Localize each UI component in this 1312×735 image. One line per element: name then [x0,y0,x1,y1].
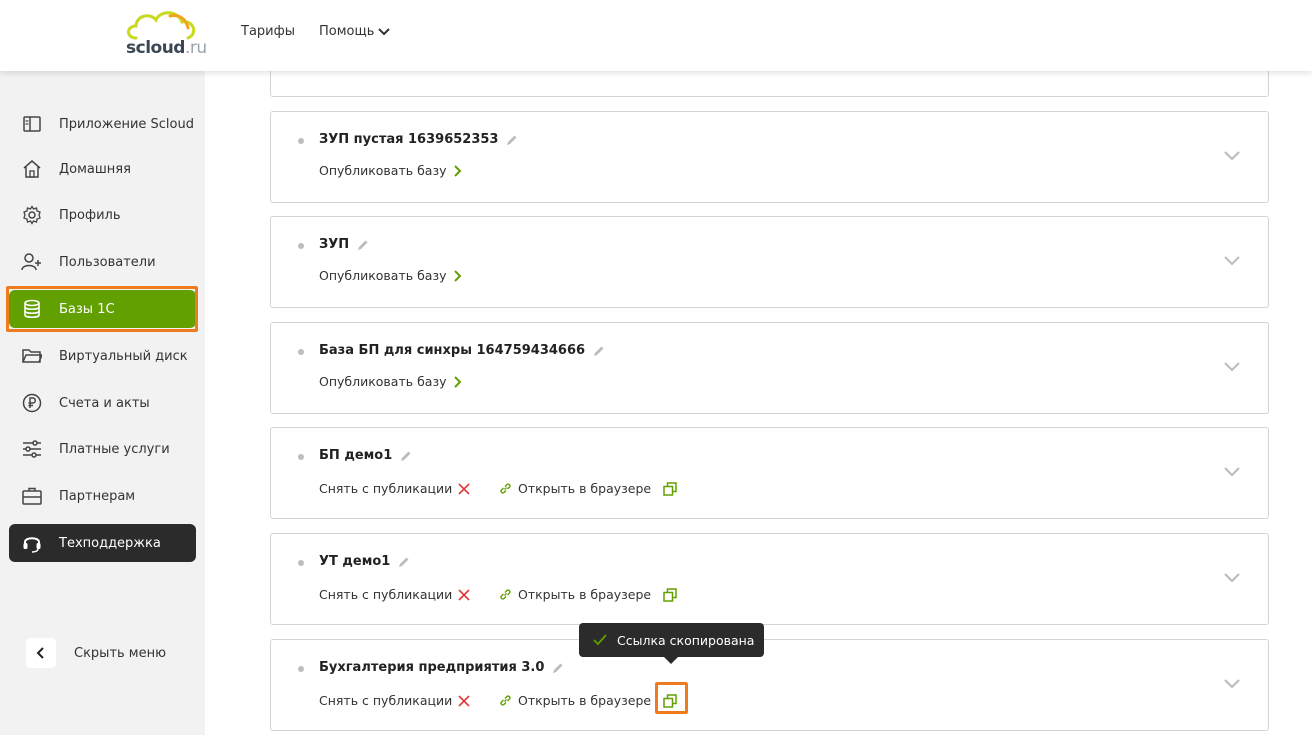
copy-icon[interactable] [663,588,677,602]
sidebar-item-invoices[interactable]: Счета и акты [9,384,196,422]
sidebar-item-label: Виртуальный диск [59,348,188,364]
publish-base-link[interactable]: Опубликовать базу [319,374,463,389]
close-icon [458,694,470,707]
status-dot [298,138,304,144]
sidebar-item-users[interactable]: Пользователи [9,243,196,281]
sliders-icon [21,438,43,460]
hide-menu-label: Скрыть меню [74,645,167,661]
expand-chevron-icon[interactable] [1224,151,1240,161]
pencil-icon[interactable] [552,662,564,674]
status-dot [298,666,304,672]
sidebar-item-support[interactable]: Техподдержка [9,524,196,562]
status-dot [298,349,304,355]
unpublish-button[interactable]: Снять с публикации [319,481,470,496]
base-card: База БП для синхры 164759434666 Опублико… [270,322,1269,414]
close-icon [458,588,470,601]
sidebar-item-label: Профиль [59,207,121,223]
sidebar-item-label: Пользователи [59,254,156,270]
publish-base-link[interactable]: Опубликовать базу [319,163,463,178]
link-icon [500,695,511,706]
pencil-icon[interactable] [398,556,410,568]
hide-menu-button[interactable]: Скрыть меню [26,638,166,668]
status-dot [298,454,304,460]
base-title: Бухгалтерия предприятия 3.0 [319,660,564,675]
base-title: База БП для синхры 164759434666 [319,343,605,358]
expand-chevron-icon[interactable] [1224,362,1240,372]
open-in-browser-link[interactable]: Открыть в браузере [499,693,651,708]
briefcase-icon [21,485,43,507]
app-panel-icon [21,113,43,135]
sidebar-item-profile[interactable]: Профиль [9,196,196,234]
chevron-right-icon [453,375,461,388]
publish-base-link[interactable]: Опубликовать базу [319,268,463,283]
status-dot [298,243,304,249]
sidebar-item-home[interactable]: Домашняя [9,150,196,188]
pencil-icon[interactable] [593,345,605,357]
open-in-browser-link[interactable]: Открыть в браузере [499,481,651,496]
sidebar-item-paid-services[interactable]: Платные услуги [9,430,196,468]
unpublish-button[interactable]: Снять с публикации [319,587,470,602]
pencil-icon[interactable] [400,450,412,462]
close-icon [458,482,470,495]
base-title: ЗУП [319,237,369,252]
checkmark-icon [593,634,607,646]
open-in-browser-link[interactable]: Открыть в браузере [499,587,651,602]
ruble-icon [21,392,43,414]
expand-chevron-icon[interactable] [1224,256,1240,266]
chevron-down-icon [378,27,391,35]
chevron-right-icon [453,269,461,282]
link-icon [500,589,511,600]
status-dot [298,560,304,566]
user-add-icon [21,251,43,273]
base-card: Бухгалтерия предприятия 3.0 Снять с публ… [270,639,1269,731]
sidebar-item-label: Платные услуги [59,441,170,457]
expand-chevron-icon[interactable] [1224,467,1240,477]
copy-highlight-frame [655,682,688,714]
base-card: БП демо1 Снять с публикации Открыть в бр… [270,427,1269,519]
chevron-right-icon [453,164,461,177]
sidebar-item-label: Техподдержка [59,535,161,551]
nav-tariffs[interactable]: Тарифы [241,24,295,39]
sidebar-item-label: Счета и акты [59,395,150,411]
sidebar-item-partners[interactable]: Партнерам [9,477,196,515]
base-title: УТ демо1 [319,554,410,569]
link-icon [500,483,511,494]
nav-help[interactable]: Помощь [319,24,391,39]
sidebar-item-label: Партнерам [59,488,136,504]
sidebar-item-label: Домашняя [59,161,131,177]
base-card: УТ демо1 Снять с публикации Открыть в бр… [270,533,1269,625]
sidebar-item-virtual-disk[interactable]: Виртуальный диск [9,337,196,375]
base-title: ЗУП пустая 1639652353 [319,132,518,147]
sidebar-item-label: Приложение Scloud [59,116,194,132]
headset-icon [21,532,43,554]
unpublish-button[interactable]: Снять с публикации [319,693,470,708]
base-card: ЗУП пустая 1639652353 Опубликовать базу [270,111,1269,203]
logo-text: scloud.ru [126,38,207,58]
copy-icon[interactable] [663,482,677,496]
gear-icon [21,204,43,226]
copied-tooltip: Ссылка скопирована [579,623,764,664]
pencil-icon[interactable] [357,239,369,251]
tooltip-text: Ссылка скопирована [617,632,755,648]
base-title: БП демо1 [319,448,412,463]
highlight-frame [6,286,198,332]
chevron-left-icon [26,638,56,668]
expand-chevron-icon[interactable] [1224,679,1240,689]
expand-chevron-icon[interactable] [1224,573,1240,583]
scloud-logo[interactable]: scloud.ru [124,8,207,60]
pencil-icon[interactable] [506,134,518,146]
sidebar-item-app[interactable]: Приложение Scloud [9,105,196,143]
folder-icon [21,345,43,367]
base-card: ЗУП Опубликовать базу [270,216,1269,308]
home-icon [21,158,43,180]
top-header: scloud.ru Тарифы Помощь [0,0,1312,71]
